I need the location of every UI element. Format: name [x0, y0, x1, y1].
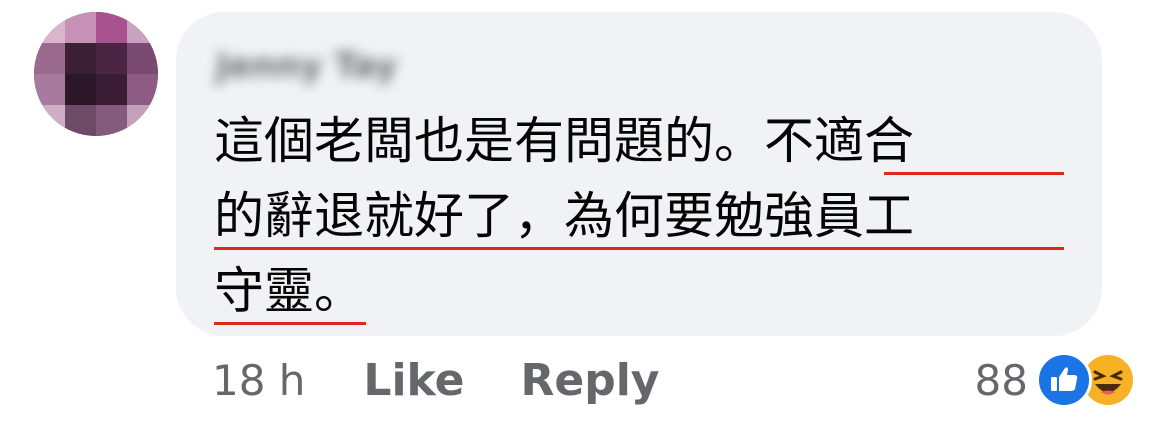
highlight-underline — [884, 172, 1064, 175]
avatar[interactable] — [34, 12, 158, 136]
reaction-count[interactable]: 88 — [975, 356, 1028, 405]
highlight-underline — [214, 247, 1064, 250]
like-icon — [1036, 352, 1092, 408]
comment-bubble: Jenny Tay 這個老闆也是有問題的。不適合 的辭退就好了，為何要勉強員工 … — [176, 12, 1102, 336]
comment-line: 這個老闆也是有問題的。不適合 — [214, 112, 914, 170]
highlight-underline — [214, 322, 366, 325]
comment-line: 的辭退就好了，為何要勉強員工 — [214, 187, 914, 245]
author-name[interactable]: Jenny Tay — [216, 46, 397, 86]
like-button[interactable]: Like — [363, 355, 464, 406]
comment-text: 這個老闆也是有問題的。不適合 的辭退就好了，為何要勉強員工 守靈。 — [214, 104, 1074, 329]
timestamp[interactable]: 18 h — [212, 356, 305, 405]
reply-button[interactable]: Reply — [520, 355, 659, 406]
comment-line: 守靈。 — [214, 262, 364, 320]
comment-actions: 18 h Like Reply — [212, 350, 715, 410]
reaction-summary[interactable]: 88 — [975, 350, 1136, 410]
comment-author[interactable]: Jenny Tay — [216, 46, 446, 86]
